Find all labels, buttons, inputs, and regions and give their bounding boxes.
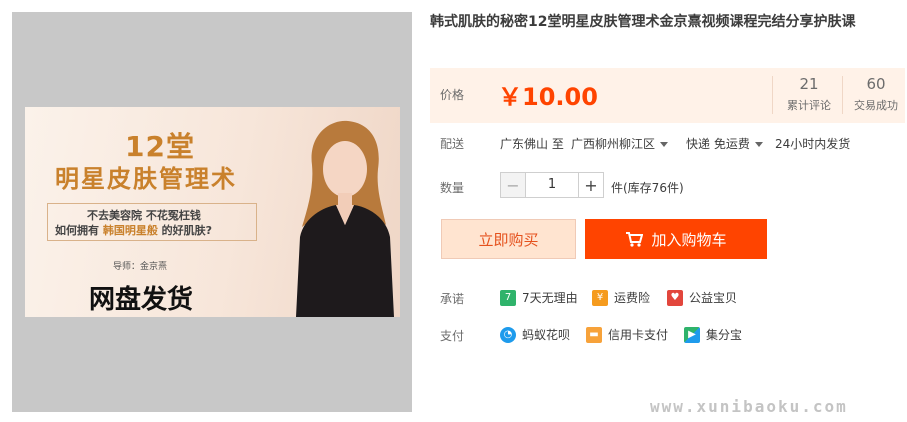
huabei-icon: ◔	[500, 326, 516, 343]
ship-method-dropdown[interactable]: 快递 免运费	[686, 135, 763, 152]
banner-tagline-1: 不去美容院 不花冤枉钱	[87, 209, 201, 222]
quantity-stepper: − 1 +	[500, 172, 604, 198]
sales-count: 60	[866, 75, 886, 93]
seven-day-return-icon: 7	[500, 289, 516, 306]
shipping-label: 配送	[440, 137, 465, 151]
watermark: www.xunibaoku.com	[650, 397, 848, 416]
reviews-stat[interactable]: 21 累计评论	[780, 75, 838, 113]
buy-now-label: 立即购买	[478, 230, 539, 249]
credit-card-icon: ▬	[586, 326, 602, 343]
ship-to-value: 广西柳州柳江区	[571, 137, 656, 151]
payment-item-label: 信用卡支付	[608, 328, 669, 342]
product-title: 韩式肌肤的秘密12堂明星皮肤管理术金京熹视频课程完结分享护肤课	[430, 14, 856, 30]
quantity-decrease-button[interactable]: −	[500, 172, 526, 198]
promise-item-charity[interactable]: ♥ 公益宝贝	[667, 289, 737, 306]
reviews-label: 累计评论	[787, 99, 831, 112]
stock-info: 件(库存76件)	[611, 181, 684, 195]
charity-heart-icon: ♥	[667, 289, 683, 306]
banner-mentor: 导师：金京熹	[113, 262, 168, 272]
ship-to-dropdown[interactable]: 广西柳州柳江区	[571, 135, 669, 152]
quantity-increase-button[interactable]: +	[578, 172, 604, 198]
cart-icon	[626, 232, 644, 247]
sales-label: 交易成功	[854, 99, 898, 112]
promise-item-label: 公益宝贝	[689, 291, 738, 305]
add-to-cart-label: 加入购物车	[651, 230, 727, 249]
promise-label: 承诺	[440, 292, 465, 306]
quantity-input[interactable]: 1	[526, 172, 578, 198]
quantity-label: 数量	[440, 181, 465, 195]
product-main-image[interactable]: 12堂 明星皮肤管理术 不去美容院 不花冤枉钱 如何拥有 韩国明星般 的好肌肤?…	[25, 107, 400, 317]
price-value: ￥10.00	[498, 83, 598, 111]
payment-item-huabei[interactable]: ◔ 蚂蚁花呗	[500, 326, 570, 343]
banner-tagline-2: 如何拥有 韩国明星般 的好肌肤?	[55, 224, 213, 237]
add-to-cart-button[interactable]: 加入购物车	[585, 219, 767, 259]
promise-item-label: 运费险	[614, 291, 651, 305]
ship-time: 24小时内发货	[775, 137, 851, 151]
chevron-down-icon	[754, 142, 763, 147]
sales-stat: 60 交易成功	[847, 75, 905, 113]
payment-item-credit-card[interactable]: ▬ 信用卡支付	[586, 326, 668, 343]
jifenbao-icon: ▶	[684, 326, 700, 343]
payment-item-jifenbao[interactable]: ▶ 集分宝	[684, 326, 742, 343]
promise-item-label: 7天无理由	[522, 291, 578, 305]
stat-divider	[772, 76, 773, 114]
payment-label: 支付	[440, 329, 465, 343]
payment-item-label: 集分宝	[706, 328, 743, 342]
banner-delivery-text: 网盘发货	[89, 285, 194, 315]
ship-from: 广东佛山 至	[500, 137, 564, 151]
freight-insurance-icon: ¥	[592, 289, 608, 306]
reviews-count: 21	[799, 75, 819, 93]
ship-method-value: 快递 免运费	[686, 137, 750, 151]
stat-divider	[842, 76, 843, 114]
promise-item-7day[interactable]: 7 7天无理由	[500, 289, 578, 306]
product-gallery: 12堂 明星皮肤管理术 不去美容院 不花冤枉钱 如何拥有 韩国明星般 的好肌肤?…	[12, 12, 412, 412]
banner-title: 明星皮肤管理术	[55, 165, 237, 193]
buy-now-button[interactable]: 立即购买	[441, 219, 576, 259]
payment-item-label: 蚂蚁花呗	[522, 328, 571, 342]
chevron-down-icon	[660, 142, 669, 147]
promise-item-freight-insurance[interactable]: ¥ 运费险	[592, 289, 650, 306]
price-label: 价格	[440, 88, 465, 102]
presenter-portrait	[296, 120, 394, 317]
